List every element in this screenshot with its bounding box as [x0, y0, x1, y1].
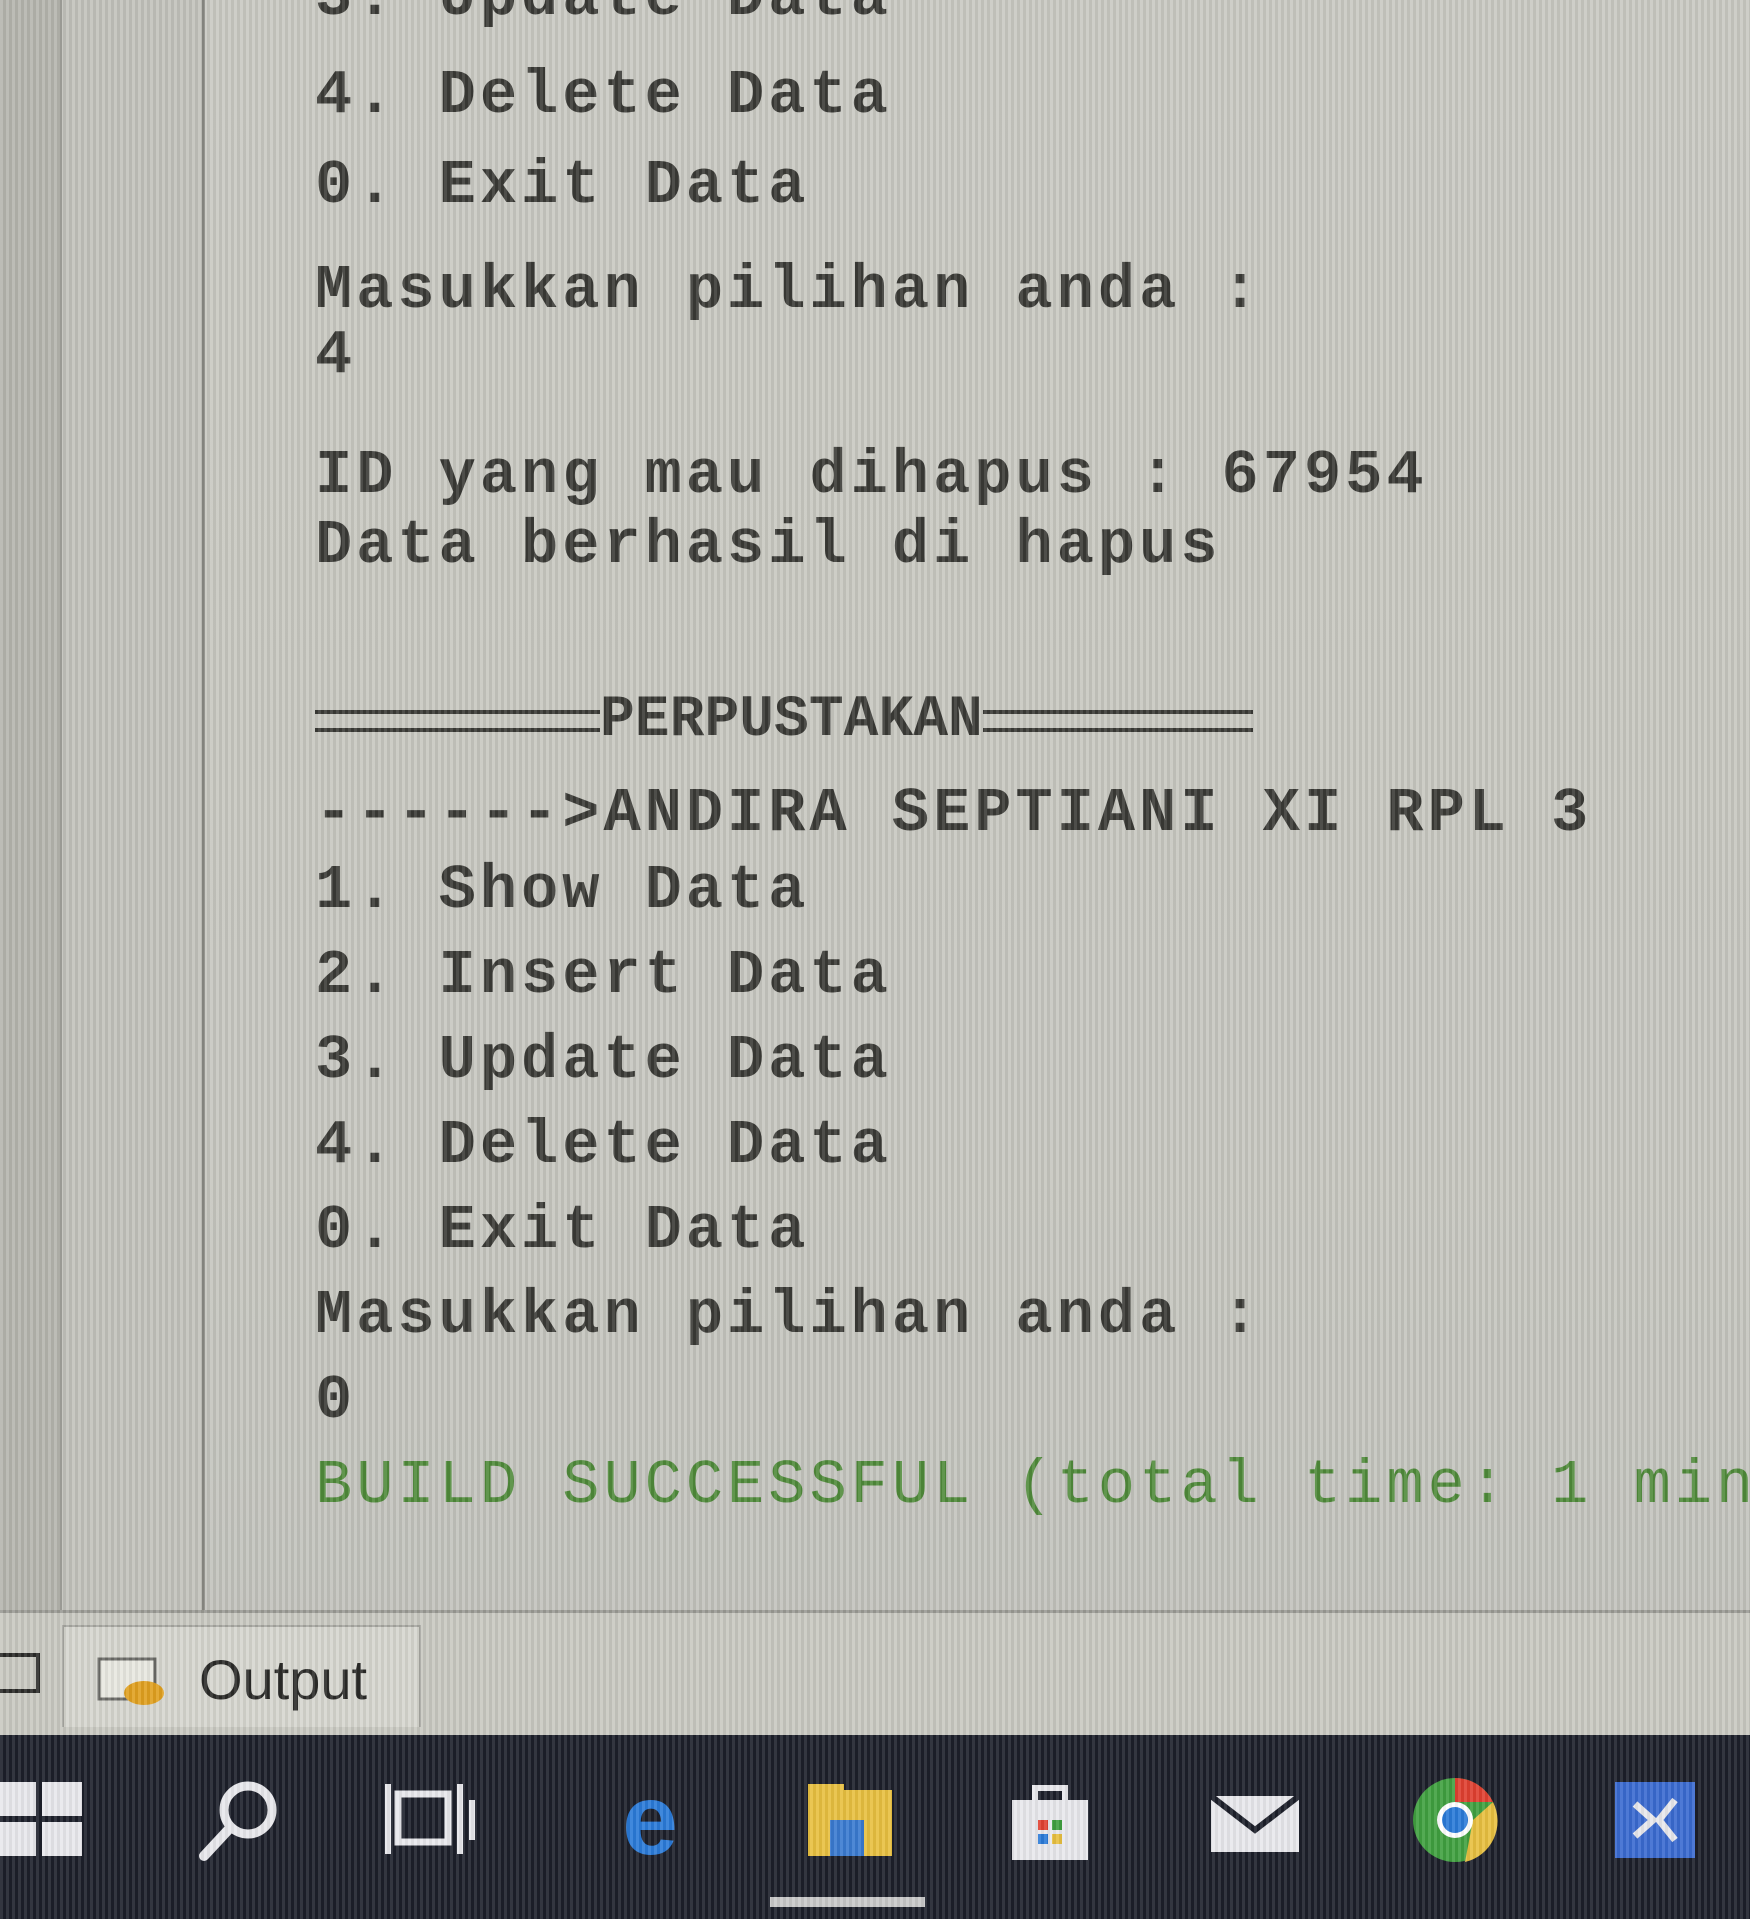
edge-icon[interactable]: e [590, 1760, 710, 1880]
tab-output-label: Output [199, 1648, 368, 1711]
console-line: ID yang mau dihapus : 67954 [315, 440, 1428, 511]
menu-item: 1. Show Data [315, 855, 810, 926]
menu-banner: PERPUSTAKAN [315, 688, 1253, 753]
user-input: 0 [315, 1365, 357, 1436]
panel-restore-icon[interactable] [0, 1653, 40, 1693]
search-icon[interactable] [180, 1760, 300, 1880]
taskbar: e [0, 1735, 1750, 1919]
console-line: Data berhasil di hapus [315, 510, 1222, 581]
task-view-icon[interactable] [370, 1760, 490, 1880]
menu-item: 2. Insert Data [315, 940, 892, 1011]
store-icon[interactable] [990, 1760, 1110, 1880]
output-tab-bar: Output [0, 1610, 1750, 1738]
banner-rule-left [315, 709, 600, 732]
banner-title: PERPUSTAKAN [600, 688, 983, 753]
mail-icon[interactable] [1195, 1760, 1315, 1880]
console-line: 0. Exit Data [315, 150, 810, 221]
file-explorer-icon[interactable] [790, 1760, 910, 1880]
console-line: 4 [315, 320, 357, 391]
output-console[interactable]: 3. Update Data 4. Delete Data 0. Exit Da… [205, 0, 1750, 1610]
build-status: BUILD SUCCESSFUL (total time: 1 minute [315, 1450, 1750, 1521]
console-line: 3. Update Data [315, 0, 892, 33]
banner-rule-right [982, 709, 1253, 732]
output-window-icon [97, 1657, 164, 1705]
visual-studio-icon[interactable] [1595, 1760, 1715, 1880]
tab-output[interactable]: Output [62, 1625, 421, 1727]
console-line: Masukkan pilihan anda : [315, 255, 1263, 326]
author-line: ------>ANDIRA SEPTIANI XI RPL 3 [315, 778, 1593, 849]
active-task-indicator [770, 1897, 925, 1907]
menu-item: 4. Delete Data [315, 1110, 892, 1181]
menu-item: 3. Update Data [315, 1025, 892, 1096]
input-prompt: Masukkan pilihan anda : [315, 1280, 1263, 1351]
screen: 3. Update Data 4. Delete Data 0. Exit Da… [0, 0, 1750, 1919]
menu-item: 0. Exit Data [315, 1195, 810, 1266]
svg-text:e: e [622, 1770, 678, 1870]
left-side-panel [0, 0, 62, 1610]
windows-start-icon[interactable] [0, 1760, 100, 1880]
output-gutter [62, 0, 205, 1610]
chrome-icon[interactable] [1395, 1760, 1515, 1880]
console-line: 4. Delete Data [315, 60, 892, 131]
